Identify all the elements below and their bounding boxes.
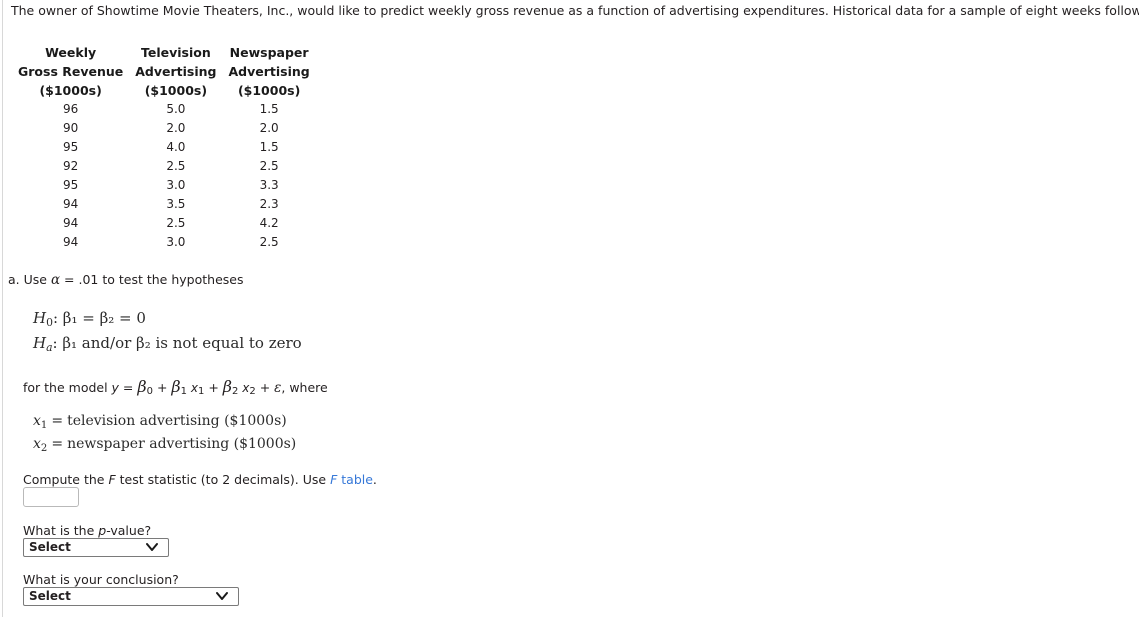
pvalue-text-before: What is the <box>23 523 99 538</box>
compute-text-middle: test statistic (to 2 decimals). Use <box>115 472 331 487</box>
cell-revenue: 90 <box>62 121 79 135</box>
cell-tv: 4.0 <box>166 140 186 154</box>
conclusion-question-label: What is your conclusion? <box>23 572 179 587</box>
header-line-2: Advertising <box>228 64 310 79</box>
model-plus-3: + <box>255 380 275 395</box>
alpha-symbol: α <box>50 272 61 288</box>
cell-newspaper: 2.3 <box>259 197 279 211</box>
hypotheses-block: H0: β₁ = β₂ = 0 Ha: β₁ and/or β₂ is not … <box>33 308 302 358</box>
table-header-row: Weekly Gross Revenue ($1000s) Television… <box>12 43 316 100</box>
header-line-1: Weekly <box>45 45 97 60</box>
table-row: 92 2.5 2.5 <box>12 157 316 176</box>
part-a-prompt: a. Use α = .01 to test the hypotheses <box>8 272 243 288</box>
table-row: 94 3.0 2.5 <box>12 233 316 252</box>
model-y: y <box>111 380 119 395</box>
cell-revenue: 96 <box>62 102 79 116</box>
p-symbol: p <box>98 523 107 538</box>
table-row: 90 2.0 2.0 <box>12 119 316 138</box>
header-line-1: Television <box>140 45 211 60</box>
cell-tv: 5.0 <box>166 102 186 116</box>
model-plus-2: + <box>204 380 223 395</box>
header-line-2: Advertising <box>135 64 217 79</box>
header-line-1: Newspaper <box>229 45 309 60</box>
cell-newspaper: 4.2 <box>259 216 279 230</box>
cell-tv: 2.5 <box>166 159 186 173</box>
model-plus-1: + <box>153 380 172 395</box>
model-x-1: x1 <box>190 381 205 398</box>
model-beta-1: β1 <box>171 377 188 398</box>
variable-definitions: x1 = television advertising ($1000s) x2 = ne… <box>33 412 296 458</box>
x1-symbol: x <box>33 413 41 429</box>
cell-revenue: 95 <box>62 140 79 154</box>
model-suffix: , where <box>281 380 328 395</box>
table-row: 94 2.5 4.2 <box>12 214 316 233</box>
compute-text-before: Compute the <box>23 472 109 487</box>
cell-newspaper: 2.5 <box>259 235 279 249</box>
x2-description: newspaper advertising ($1000s) <box>67 435 297 452</box>
header-line-3: ($1000s) <box>144 83 208 98</box>
cell-tv: 3.0 <box>166 235 186 249</box>
null-hypothesis-subscript: 0 <box>46 316 53 330</box>
cell-tv: 3.5 <box>166 197 186 211</box>
f-statistic-input[interactable] <box>23 487 79 507</box>
f-table-link-text: table <box>337 472 373 487</box>
null-hypothesis-symbol: H <box>33 309 47 327</box>
cell-tv: 2.5 <box>166 216 186 230</box>
header-line-3: ($1000s) <box>237 83 301 98</box>
cell-newspaper: 2.0 <box>259 121 279 135</box>
part-a-text-after: = .01 to test the hypotheses <box>60 272 244 287</box>
historical-data-table: Weekly Gross Revenue ($1000s) Television… <box>12 43 316 252</box>
model-x-2: x2 <box>242 381 256 398</box>
model-beta-0: β0 <box>137 377 153 398</box>
cell-revenue: 92 <box>62 159 79 173</box>
header-line-3: ($1000s) <box>39 83 102 98</box>
compute-text-after: . <box>372 472 377 487</box>
f-table-link[interactable]: F table <box>330 472 373 487</box>
part-a-label: a. <box>8 272 20 287</box>
cell-newspaper: 1.5 <box>259 140 279 154</box>
table-row: 95 4.0 1.5 <box>12 138 316 157</box>
problem-intro-text: The owner of Showtime Movie Theaters, In… <box>11 3 1139 18</box>
model-equals: = <box>118 380 138 395</box>
cell-revenue: 95 <box>62 178 79 192</box>
x1-description: television advertising ($1000s) <box>67 413 287 429</box>
column-header-weekly-gross-revenue: Weekly Gross Revenue ($1000s) <box>12 43 129 100</box>
header-line-2: Gross Revenue <box>18 64 124 79</box>
cell-newspaper: 2.5 <box>259 159 279 173</box>
cell-tv: 3.0 <box>166 178 186 192</box>
table-row: 96 5.0 1.5 <box>12 100 316 119</box>
x2-equals: = <box>51 435 64 452</box>
cell-revenue: 94 <box>62 216 79 230</box>
pvalue-text-after: -value? <box>106 523 152 538</box>
x2-symbol: x <box>33 435 41 452</box>
variable-definition-x2: x2 = newspaper advertising ($1000s) <box>33 435 296 458</box>
compute-f-statistic-instruction: Compute the F test statistic (to 2 decim… <box>23 472 377 487</box>
cell-revenue: 94 <box>62 197 79 211</box>
page-left-border <box>2 0 3 617</box>
conclusion-select[interactable]: Select <box>23 587 239 606</box>
x1-equals: = <box>51 413 64 429</box>
null-hypothesis: H0: β₁ = β₂ = 0 <box>33 308 302 333</box>
pvalue-select[interactable]: Select <box>23 538 169 557</box>
cell-tv: 2.0 <box>166 121 186 135</box>
alternative-hypothesis-symbol: H <box>33 334 47 353</box>
variable-definition-x1: x1 = television advertising ($1000s) <box>33 412 296 435</box>
pvalue-question-label: What is the p-value? <box>23 523 151 538</box>
cell-newspaper: 1.5 <box>259 102 279 116</box>
f-symbol: F <box>108 472 116 487</box>
alternative-hypothesis-body: : β₁ and/or β₂ is not equal to zero <box>52 334 302 353</box>
model-prefix: for the model <box>23 380 112 395</box>
cell-newspaper: 3.3 <box>259 178 279 192</box>
table-row: 94 3.5 2.3 <box>12 195 316 214</box>
column-header-television-advertising: Television Advertising ($1000s) <box>129 43 222 100</box>
model-beta-2: β2 <box>222 377 239 398</box>
null-hypothesis-body: : β₁ = β₂ = 0 <box>52 309 146 327</box>
regression-model-equation: for the model y = β0 + β1 x1 + β2 x2 + ε… <box>23 377 328 397</box>
table-row: 95 3.0 3.3 <box>12 176 316 195</box>
cell-revenue: 94 <box>62 235 79 249</box>
alternative-hypothesis: Ha: β₁ and/or β₂ is not equal to zero <box>33 333 302 358</box>
part-a-text-before: Use <box>23 272 51 287</box>
column-header-newspaper-advertising: Newspaper Advertising ($1000s) <box>223 43 316 100</box>
